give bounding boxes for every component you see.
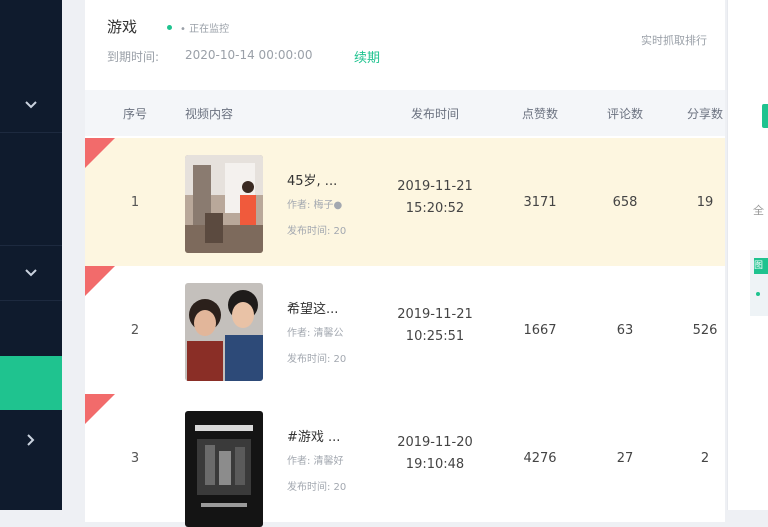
table-row[interactable]: 1 45岁, ... 作者: 梅子● 发布时间: 20 2019-11-21 1… — [85, 138, 725, 266]
sidebar-divider — [0, 245, 62, 246]
col-content: 视频内容 — [185, 107, 234, 121]
col-published[interactable]: 发布时间 — [385, 105, 485, 122]
drawer-tab[interactable] — [762, 104, 768, 128]
publish-clock: 19:10:48 — [405, 457, 465, 472]
video-author: 作者: 清馨公 — [287, 328, 344, 339]
video-thumbnail[interactable] — [185, 283, 263, 381]
publish-clock: 15:20:52 — [405, 201, 465, 216]
sidebar-divider — [0, 132, 62, 133]
publish-clock: 10:25:51 — [405, 329, 465, 344]
row-rank: 1 — [130, 195, 140, 210]
drawer-label: 全 — [753, 204, 764, 217]
expiry-value: 2020-10-14 00:00:00 — [185, 48, 313, 62]
status-text: • 正在监控 — [180, 24, 230, 35]
likes-count: 4276 — [523, 451, 557, 466]
video-post-time: 发布时间: 20 — [287, 354, 347, 365]
sidebar-divider — [0, 300, 62, 301]
publish-date: 2019-11-21 — [397, 179, 473, 194]
publish-date: 2019-11-21 — [397, 307, 473, 322]
col-comments[interactable]: 评论数 — [585, 105, 665, 122]
page-header: 游戏 • 正在监控 到期时间: 2020-10-14 00:00:00 续期 实… — [85, 0, 725, 90]
chevron-down-icon[interactable] — [0, 258, 62, 288]
rank-badge — [85, 138, 115, 168]
drawer-tag: 图 — [754, 258, 768, 274]
video-title[interactable]: 45岁, ... — [287, 170, 337, 189]
video-post-time: 发布时间: 20 — [287, 226, 347, 237]
rank-badge — [85, 266, 115, 296]
video-thumbnail[interactable] — [185, 155, 263, 253]
publish-time: 2019-11-21 15:20:52 — [385, 176, 485, 220]
drawer-dot — [756, 292, 760, 296]
publish-time: 2019-11-20 19:10:48 — [385, 432, 485, 476]
chevron-down-icon[interactable] — [0, 90, 62, 120]
comments-count: 658 — [612, 195, 638, 210]
chevron-right-icon[interactable] — [0, 425, 62, 455]
comments-count: 63 — [616, 323, 634, 338]
video-author: 作者: 清馨好 — [287, 456, 344, 467]
side-drawer: 全 图 — [727, 0, 768, 510]
likes-count: 1667 — [523, 323, 557, 338]
video-post-time: 发布时间: 20 — [287, 482, 347, 493]
sidebar — [0, 0, 62, 510]
col-likes[interactable]: 点赞数 — [500, 105, 580, 122]
row-rank: 3 — [130, 451, 140, 466]
table-row[interactable]: 3 #游戏 ... 作者: 清馨好 发布时间: 20 2019-11-20 19… — [85, 394, 725, 527]
page-title: 游戏 — [107, 18, 138, 36]
table-row[interactable]: 2 希望这... 作者: 清馨公 发布时间: 20 2019-11-21 10:… — [85, 266, 725, 394]
comments-count: 27 — [616, 451, 634, 466]
publish-date: 2019-11-20 — [397, 435, 473, 450]
publish-time: 2019-11-21 10:25:51 — [385, 304, 485, 348]
renew-link[interactable]: 续期 — [354, 47, 380, 66]
video-author: 作者: 梅子● — [287, 200, 343, 211]
realtime-label[interactable]: 实时抓取排行 — [641, 32, 707, 48]
likes-count: 3171 — [523, 195, 557, 210]
video-title[interactable]: 希望这... — [287, 298, 338, 317]
main-panel: 游戏 • 正在监控 到期时间: 2020-10-14 00:00:00 续期 实… — [85, 0, 725, 527]
status-dot — [167, 25, 172, 30]
row-rank: 2 — [130, 323, 140, 338]
expiry-label: 到期时间: — [107, 50, 160, 64]
sidebar-item-active[interactable] — [0, 356, 62, 410]
video-title[interactable]: #游戏 ... — [287, 426, 340, 445]
rank-badge — [85, 394, 115, 424]
col-index: 序号 — [122, 107, 147, 121]
table-header: 序号 视频内容 发布时间 点赞数 评论数 分享数 — [85, 90, 725, 136]
